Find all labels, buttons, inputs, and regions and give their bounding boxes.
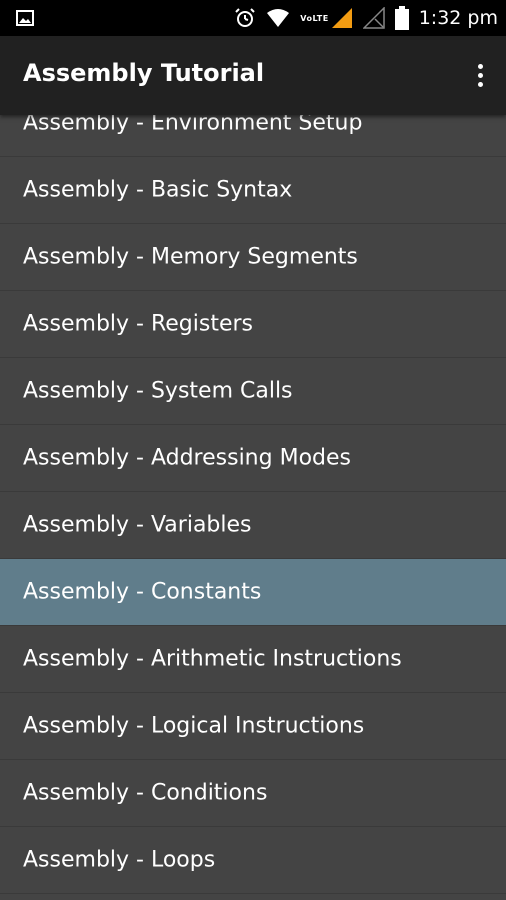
list-item-label: Assembly - Registers [23, 311, 254, 337]
list-item-label: Assembly - Addressing Modes [23, 445, 351, 471]
volte-label: VoLTE [300, 13, 329, 23]
list-item-label: Assembly - Memory Segments [23, 244, 358, 270]
more-vert-icon[interactable] [468, 58, 492, 92]
list-item[interactable]: Assembly - Variables [0, 492, 506, 559]
list-item-label: Assembly - Conditions [23, 780, 268, 806]
tutorial-list: Assembly - Environment Setup Assembly - … [0, 90, 506, 894]
list-item[interactable]: Assembly - Arithmetic Instructions [0, 626, 506, 693]
wifi-icon [266, 8, 290, 28]
list-item-label: Assembly - Loops [23, 847, 216, 873]
battery-icon [394, 6, 409, 30]
list-item[interactable]: Assembly - System Calls [0, 358, 506, 425]
list-item-label: Assembly - System Calls [23, 378, 293, 404]
list-item-label: Assembly - Variables [23, 512, 252, 538]
app-title: Assembly Tutorial [23, 59, 265, 87]
list-item-selected[interactable]: Assembly - Constants [0, 559, 506, 626]
list-item[interactable]: Assembly - Loops [0, 827, 506, 894]
list-item-label: Assembly - Arithmetic Instructions [23, 646, 402, 672]
list-item[interactable]: Assembly - Memory Segments [0, 224, 506, 291]
app-bar: Assembly Tutorial [0, 36, 506, 115]
volte-signal-icon: VoLTE [300, 7, 352, 29]
list-item-label: Assembly - Constants [23, 579, 262, 605]
status-time: 1:32 pm [418, 7, 498, 29]
status-bar: VoLTE 1:32 pm [0, 0, 506, 36]
alarm-icon [234, 7, 256, 29]
list-item-label: Assembly - Logical Instructions [23, 713, 365, 739]
list-item[interactable]: Assembly - Basic Syntax [0, 157, 506, 224]
no-signal-icon [362, 7, 385, 29]
list-item-label: Assembly - Basic Syntax [23, 177, 293, 203]
list-item[interactable]: Assembly - Logical Instructions [0, 693, 506, 760]
list-item[interactable]: Assembly - Registers [0, 291, 506, 358]
list-item[interactable]: Assembly - Addressing Modes [0, 425, 506, 492]
list-item[interactable]: Assembly - Conditions [0, 760, 506, 827]
image-icon [16, 10, 34, 26]
